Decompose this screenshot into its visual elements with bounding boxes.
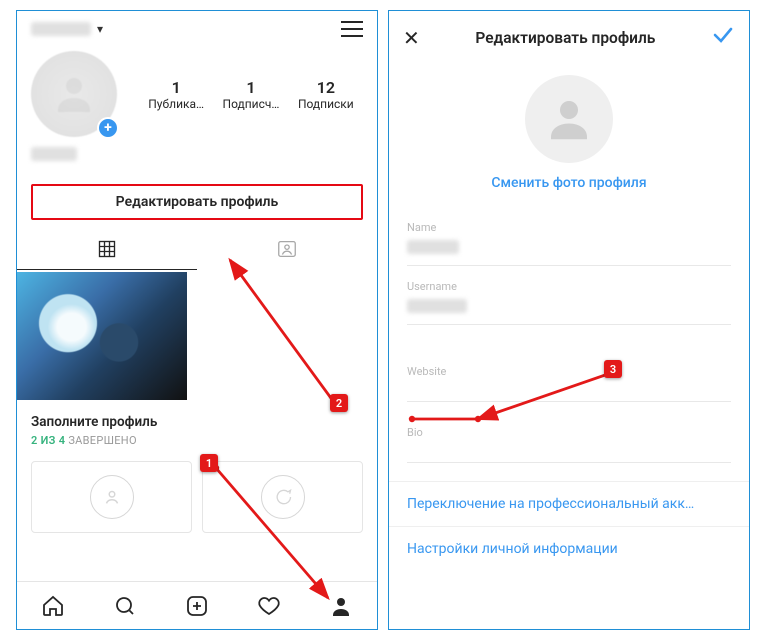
- avatar-section: Сменить фото профиля: [389, 61, 749, 201]
- personal-info-link[interactable]: Настройки личной информации: [389, 526, 749, 571]
- stat-posts[interactable]: 1 Публика…: [148, 78, 204, 111]
- edit-form: Name ████ Username ██_███ Website Bio: [389, 201, 749, 463]
- website-label: Website: [407, 365, 731, 378]
- bottom-nav: [17, 581, 377, 629]
- chevron-down-icon: ▾: [97, 22, 103, 36]
- annotation-marker-3: 3: [604, 360, 622, 378]
- stat-followers[interactable]: 1 Подписч…: [223, 78, 280, 111]
- profile-summary: + 1 Публика… 1 Подписч… 12 Подписки: [17, 43, 377, 141]
- chat-icon: [261, 475, 305, 519]
- profile-tabs: [17, 228, 377, 270]
- switch-pro-link[interactable]: Переключение на профессиональный акк…: [389, 481, 749, 526]
- search-icon[interactable]: [113, 594, 137, 618]
- complete-title: Заполните профиль: [31, 414, 363, 430]
- username-field[interactable]: ██_███: [407, 293, 731, 325]
- stats-row: 1 Публика… 1 Подписч… 12 Подписки: [139, 78, 363, 111]
- tab-grid[interactable]: [17, 228, 197, 270]
- complete-step[interactable]: [31, 461, 192, 533]
- avatar-wrap[interactable]: +: [31, 51, 117, 137]
- annotation-marker-1: 1: [200, 454, 218, 472]
- name-label: Name: [407, 221, 731, 234]
- website-field[interactable]: [407, 378, 731, 402]
- tab-tagged[interactable]: [197, 228, 377, 270]
- person-icon: [90, 475, 134, 519]
- complete-step[interactable]: [202, 461, 363, 533]
- menu-icon[interactable]: [341, 21, 363, 37]
- edit-profile-button[interactable]: Редактировать профиль: [31, 184, 363, 220]
- profile-screen: ██_███ ▾ + 1 Публика… 1 Подписч… 12 Подп…: [16, 10, 378, 630]
- stat-following[interactable]: 12 Подписки: [298, 78, 354, 111]
- tagged-icon: [276, 238, 298, 260]
- post-thumbnail[interactable]: [17, 272, 187, 400]
- username-dropdown[interactable]: ██_███ ▾: [31, 22, 103, 36]
- complete-sub: 2 ИЗ 4 ЗАВЕРШЕНО: [31, 434, 363, 447]
- username-masked: ██_███: [31, 22, 91, 36]
- edit-profile-screen: ✕ Редактировать профиль Сменить фото про…: [388, 10, 750, 630]
- grid-icon: [97, 239, 117, 259]
- confirm-icon[interactable]: [711, 23, 735, 53]
- close-icon[interactable]: ✕: [403, 26, 420, 50]
- home-icon[interactable]: [41, 594, 65, 618]
- profile-icon[interactable]: [329, 594, 353, 618]
- edit-title: Редактировать профиль: [475, 29, 655, 47]
- name-field[interactable]: ████: [407, 234, 731, 266]
- username-label: Username: [407, 280, 731, 293]
- heart-icon[interactable]: [257, 594, 281, 618]
- annotation-marker-2: 2: [330, 394, 348, 412]
- edit-header: ✕ Редактировать профиль: [389, 11, 749, 61]
- complete-profile-card: Заполните профиль 2 ИЗ 4 ЗАВЕРШЕНО: [17, 400, 377, 455]
- bio-label: Bio: [407, 426, 731, 439]
- change-photo-link[interactable]: Сменить фото профиля: [491, 175, 646, 191]
- add-story-icon[interactable]: +: [97, 117, 119, 139]
- bio-field[interactable]: [407, 439, 731, 463]
- avatar[interactable]: [525, 75, 613, 163]
- complete-steps: [17, 455, 377, 533]
- profile-header: ██_███ ▾: [17, 11, 377, 43]
- display-name: ████: [17, 141, 377, 176]
- new-post-icon[interactable]: [185, 594, 209, 618]
